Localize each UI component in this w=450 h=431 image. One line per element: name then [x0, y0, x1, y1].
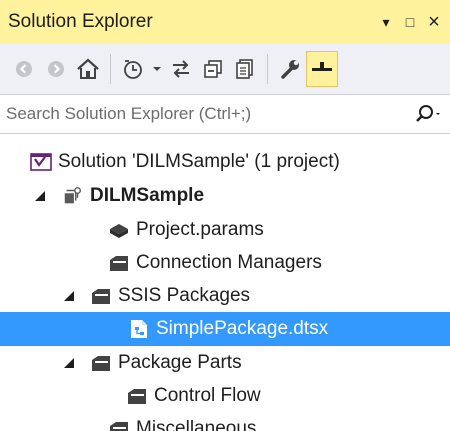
dtsx-package-icon — [128, 318, 150, 340]
folder-icon — [90, 352, 112, 374]
visual-studio-solution-icon — [30, 151, 52, 173]
tree-item-miscellaneous[interactable]: Miscellaneous — [0, 413, 450, 431]
tree-item-project-params[interactable]: Project.params — [0, 214, 450, 246]
params-icon — [108, 219, 130, 241]
history-dropdown-icon[interactable] — [149, 51, 165, 87]
close-icon[interactable]: × — [424, 10, 444, 34]
panel-title: Solution Explorer — [8, 11, 153, 32]
maximize-icon[interactable]: □ — [400, 10, 420, 34]
tree-item-control-flow[interactable]: Control Flow — [0, 380, 450, 412]
tree-item-label: DILMSample — [90, 185, 205, 206]
tree-item-ssis-packages[interactable]: SSIS Packages — [0, 280, 450, 312]
tree-item-label: Package Parts — [118, 352, 242, 373]
home-icon[interactable] — [72, 51, 104, 87]
show-all-files-icon[interactable] — [229, 51, 261, 87]
expanded-arrow-icon[interactable] — [33, 189, 47, 203]
tree-item-label: Solution 'DILMSample' (1 project) — [58, 151, 340, 172]
toolbar-separator — [110, 54, 111, 84]
search-input[interactable]: Search Solution Explorer (Ctrl+;) — [0, 104, 416, 124]
search-box[interactable]: Search Solution Explorer (Ctrl+;) — [0, 94, 450, 134]
tree-item-package-parts[interactable]: Package Parts — [0, 347, 450, 379]
tree-item-label: SimplePackage.dtsx — [156, 318, 329, 339]
sync-icon[interactable] — [165, 51, 197, 87]
forward-icon[interactable] — [40, 51, 72, 87]
folder-icon — [90, 285, 112, 307]
toolbar — [0, 44, 450, 94]
tree-item-simple-package[interactable]: SimplePackage.dtsx — [0, 312, 450, 346]
tree-item-label: Project.params — [136, 219, 264, 240]
folder-icon — [108, 418, 130, 431]
toolbar-separator — [267, 54, 268, 84]
tree-item-connection-managers[interactable]: Connection Managers — [0, 247, 450, 279]
expanded-arrow-icon[interactable] — [62, 356, 76, 370]
history-icon[interactable] — [117, 51, 149, 87]
ssis-project-icon — [62, 185, 84, 207]
tree-item-label: Miscellaneous — [136, 418, 257, 431]
tree-item-project[interactable]: DILMSample — [0, 180, 450, 212]
tree-item-solution[interactable]: Solution 'DILMSample' (1 project) — [0, 146, 450, 178]
window-position-dropdown-icon[interactable]: ▾ — [376, 10, 396, 34]
collapse-all-icon[interactable] — [197, 51, 229, 87]
preview-selected-items-icon[interactable] — [306, 51, 338, 87]
tree-item-label: Connection Managers — [136, 252, 322, 273]
tree-item-label: SSIS Packages — [118, 285, 251, 306]
title-bar: Solution Explorer ▾ □ × — [0, 0, 450, 44]
back-icon[interactable] — [8, 51, 40, 87]
properties-icon[interactable] — [274, 51, 306, 87]
expanded-arrow-icon[interactable] — [62, 289, 76, 303]
folder-icon — [108, 252, 130, 274]
tree-item-label: Control Flow — [154, 385, 261, 406]
folder-icon — [126, 385, 148, 407]
search-icon[interactable] — [416, 104, 450, 124]
